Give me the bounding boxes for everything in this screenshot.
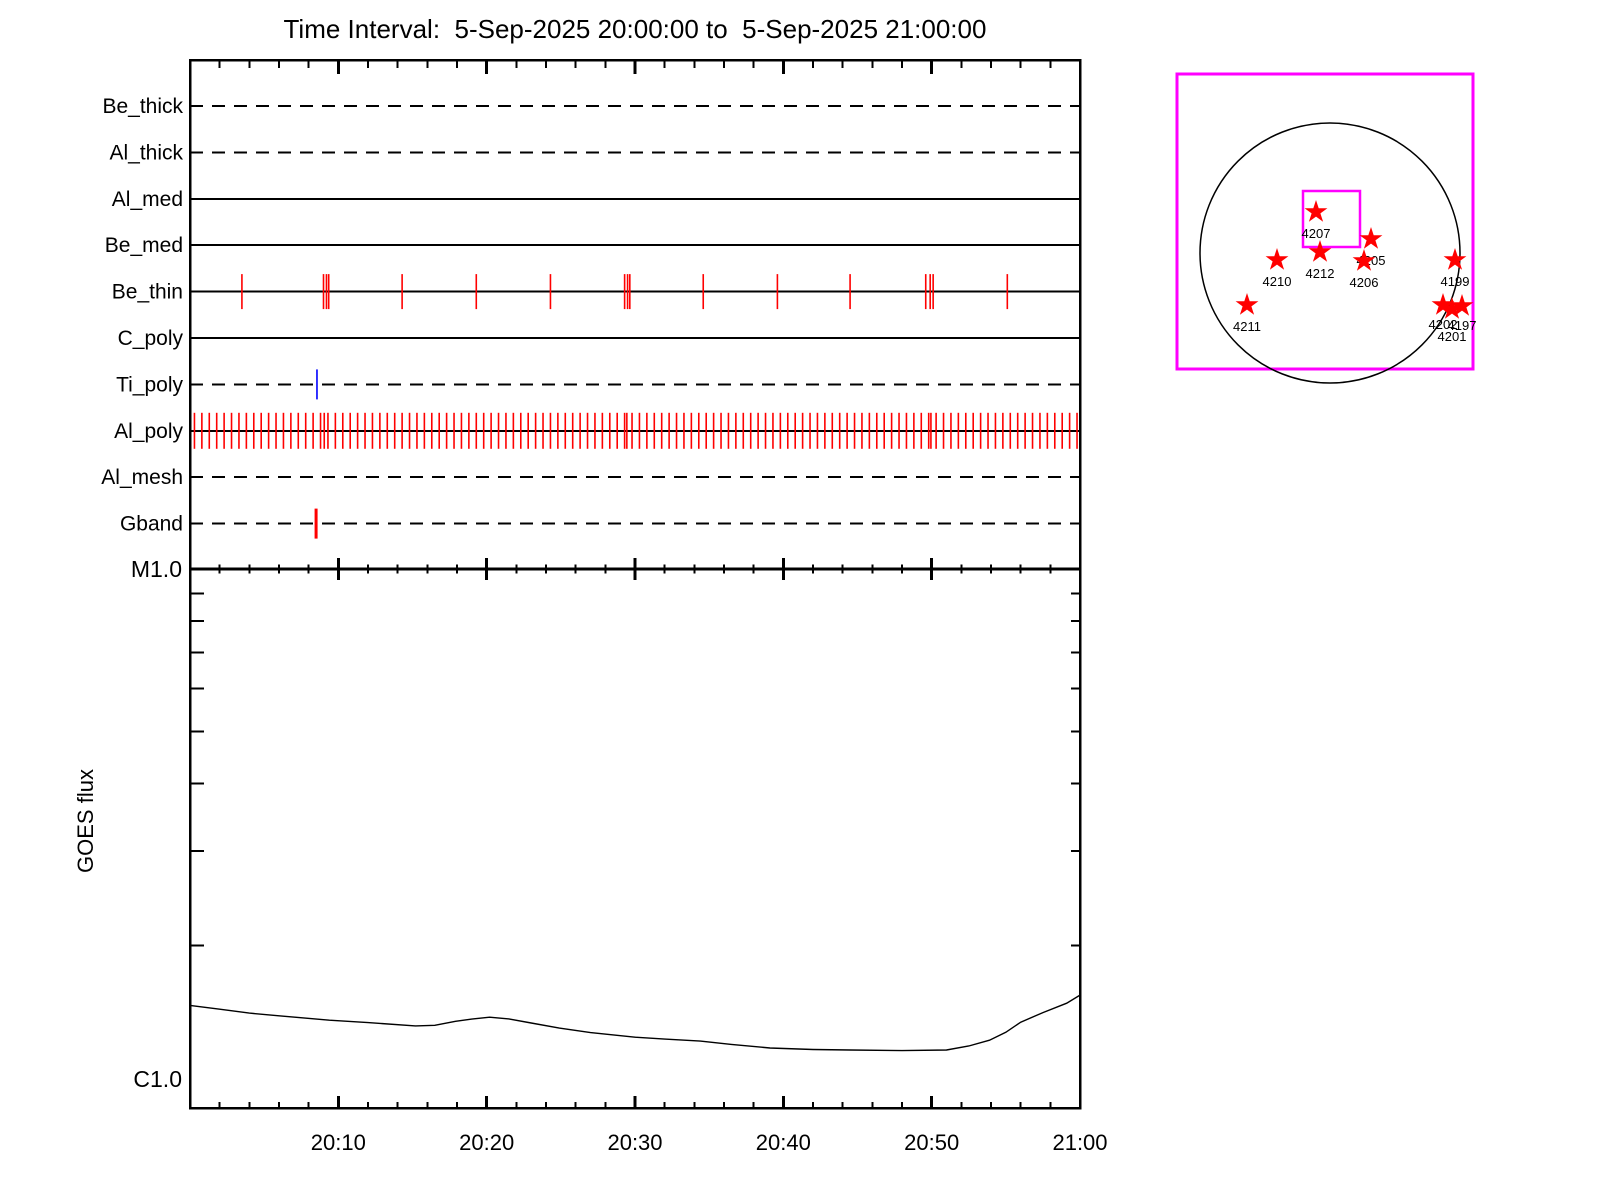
- solar-limb-circle: [1199, 122, 1461, 384]
- active-region-star-4211: [1235, 293, 1259, 315]
- y-axis-label-bottom: C1.0: [133, 1066, 182, 1092]
- active-region-star-4205: [1359, 227, 1383, 249]
- active-region-star-4210: [1265, 248, 1289, 270]
- filter-row-label-Al_mesh: Al_mesh: [101, 466, 183, 489]
- x-tick-label-20:20: 20:20: [459, 1130, 514, 1155]
- plot-page: Be_thick Al_thick Al_med Be_med Be_thin C_pol…: [0, 0, 1600, 1200]
- filter-row-label-Be_thick: Be_thick: [102, 95, 183, 118]
- y-axis-label-top: M1.0: [130, 556, 182, 582]
- active-region-star-4212: [1308, 240, 1332, 262]
- goes-flux-axis-title: GOES flux: [73, 769, 98, 873]
- filter-row-label-C_poly: C_poly: [118, 327, 184, 350]
- plot-canvas: Be_thick Al_thick Al_med Be_med Be_thin C_pol…: [101, 58, 1476, 1155]
- active-region-label-4206: 4206: [1350, 275, 1379, 290]
- filter-row-label-Al_med: Al_med: [112, 188, 183, 211]
- active-region-star-4199: [1443, 248, 1467, 270]
- filter-row-label-Gband: Gband: [120, 513, 183, 536]
- x-tick-label-20:10: 20:10: [311, 1130, 366, 1155]
- active-region-label-4211: 4211: [1233, 319, 1261, 334]
- filter-row-label-Al_poly: Al_poly: [114, 420, 183, 443]
- active-region-label-4212: 4212: [1306, 266, 1335, 281]
- active-region-label-4207: 4207: [1302, 226, 1331, 241]
- active-region-star-4207: [1304, 200, 1328, 222]
- active-region-label-4201: 4201: [1438, 329, 1467, 344]
- filter-row-label-Be_thin: Be_thin: [112, 281, 183, 304]
- filter-row-label-Be_med: Be_med: [105, 234, 183, 257]
- x-tick-label-20:40: 20:40: [756, 1130, 811, 1155]
- timeline-panel-frame: [188, 58, 1082, 571]
- goes-flux-curve: [189, 994, 1081, 1052]
- active-region-label-4199: 4199: [1441, 274, 1470, 289]
- plot-title: Time Interval: 5-Sep-2025 20:00:00 to 5-…: [283, 14, 987, 44]
- goes-panel-frame: [188, 567, 1082, 1110]
- x-tick-label-20:30: 20:30: [607, 1130, 662, 1155]
- active-region-label-4210: 4210: [1263, 274, 1292, 289]
- x-tick-label-21:00: 21:00: [1052, 1130, 1107, 1155]
- x-tick-label-20:50: 20:50: [904, 1130, 959, 1155]
- filter-row-label-Ti_poly: Ti_poly: [116, 373, 183, 396]
- filter-row-label-Al_thick: Al_thick: [109, 141, 183, 164]
